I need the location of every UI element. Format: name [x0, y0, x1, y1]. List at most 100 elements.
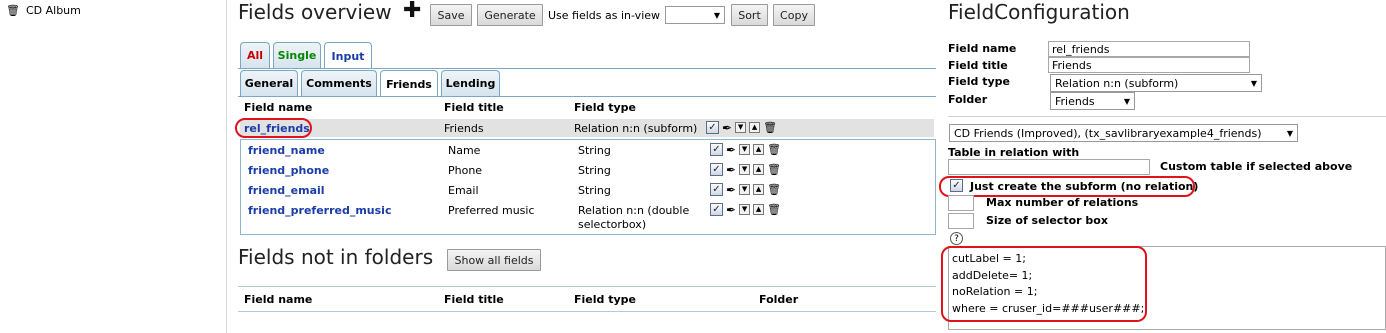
- feather-edit-icon[interactable]: ✒: [726, 184, 736, 196]
- use-fields-select[interactable]: ▼: [665, 6, 725, 24]
- tab-general[interactable]: General: [240, 70, 298, 96]
- field-title: Friends: [444, 122, 484, 135]
- tab-all[interactable]: All: [240, 42, 270, 68]
- divider: [238, 311, 936, 312]
- tree-item-cd-album[interactable]: 🗑 CD Album: [6, 4, 81, 17]
- subfield-type: String: [578, 184, 611, 197]
- tab-input[interactable]: Input: [324, 42, 372, 69]
- arrow-down-icon[interactable]: ▼: [739, 144, 751, 155]
- help-icon[interactable]: ?: [950, 232, 963, 245]
- checkbox-icon[interactable]: ✓: [710, 203, 723, 216]
- feather-edit-icon[interactable]: ✒: [726, 144, 736, 156]
- tab-all-label: All: [246, 49, 264, 62]
- feather-edit-icon[interactable]: ✒: [722, 122, 732, 134]
- field-name-input[interactable]: rel_friends: [1048, 41, 1250, 57]
- trash-icon[interactable]: 🗑: [6, 5, 20, 16]
- trash-icon[interactable]: 🗑: [767, 184, 781, 195]
- just-create-checkbox[interactable]: ✓: [950, 179, 963, 192]
- relation-table-select[interactable]: CD Friends (Improved), (tx_savlibraryexa…: [949, 124, 1298, 142]
- just-create-label: Just create the subform (no relation): [970, 180, 1199, 193]
- feather-edit-icon[interactable]: ✒: [726, 164, 736, 176]
- page-title: Fields overview: [238, 0, 392, 24]
- custom-table-label: Custom table if selected above: [1160, 160, 1353, 173]
- field-name-link[interactable]: rel_friends: [244, 122, 310, 135]
- arrow-up-icon[interactable]: ▲: [753, 184, 765, 195]
- selector-size-label: Size of selector box: [986, 214, 1108, 227]
- folder-tab-bar-line: [238, 96, 936, 97]
- highlight-code-lines: [941, 246, 1147, 322]
- trash-icon[interactable]: 🗑: [767, 204, 781, 215]
- field-type: Relation n:n (subform): [574, 122, 698, 135]
- save-button[interactable]: Save: [430, 4, 472, 26]
- folder-label: Folder: [948, 93, 988, 106]
- tab-input-label: Input: [331, 49, 365, 63]
- feather-edit-icon[interactable]: ✒: [726, 204, 736, 216]
- col-header-folder: Folder: [759, 293, 799, 306]
- field-title-input[interactable]: Friends: [1048, 57, 1250, 73]
- plus-icon[interactable]: ✚: [403, 0, 421, 22]
- field-name-label: Field name: [948, 42, 1017, 55]
- tree-item-label: CD Album: [25, 4, 81, 17]
- arrow-up-icon[interactable]: ▲: [753, 144, 765, 155]
- trash-icon[interactable]: 🗑: [763, 122, 777, 133]
- subfield-type: String: [578, 164, 611, 177]
- subfield-name-link[interactable]: friend_phone: [248, 164, 329, 177]
- row-actions: ✓ ✒ ▼ ▲ 🗑: [710, 203, 781, 216]
- subfield-title: Email: [448, 184, 479, 197]
- col-header-field-type: Field type: [574, 293, 636, 306]
- section-title-not-in-folders: Fields not in folders: [238, 245, 434, 269]
- relation-table-value: CD Friends (Improved), (tx_savlibraryexa…: [954, 126, 1262, 140]
- arrow-down-icon[interactable]: ▼: [739, 164, 751, 175]
- selector-size-input[interactable]: [948, 213, 974, 229]
- col-header-field-type: Field type: [574, 101, 636, 114]
- arrow-down-icon[interactable]: ▼: [739, 184, 751, 195]
- copy-button[interactable]: Copy: [773, 4, 815, 26]
- subfield-type: Relation n:n (double: [578, 204, 690, 217]
- trash-icon[interactable]: 🗑: [767, 144, 781, 155]
- checkbox-icon[interactable]: ✓: [706, 121, 719, 134]
- tab-single[interactable]: Single: [273, 42, 321, 68]
- chevron-down-icon: ▼: [1123, 96, 1130, 106]
- divider: [238, 286, 936, 287]
- folder-select[interactable]: Friends ▼: [1050, 92, 1135, 110]
- chevron-down-icon: ▼: [1250, 78, 1257, 88]
- folder-value: Friends: [1055, 94, 1095, 108]
- field-type-value: Relation n:n (subform): [1055, 76, 1179, 90]
- divider: [948, 116, 1386, 117]
- checkbox-icon[interactable]: ✓: [710, 183, 723, 196]
- arrow-up-icon[interactable]: ▲: [753, 164, 765, 175]
- tab-friends[interactable]: Friends: [380, 70, 438, 97]
- arrow-up-icon[interactable]: ▲: [749, 122, 761, 133]
- col-header-field-title: Field title: [444, 293, 504, 306]
- subfield-name-link[interactable]: friend_name: [248, 144, 325, 157]
- trash-icon[interactable]: 🗑: [767, 164, 781, 175]
- col-header-field-name: Field name: [244, 293, 313, 306]
- col-header-field-title: Field title: [444, 101, 504, 114]
- row-actions: ✓ ✒ ▼ ▲ 🗑: [710, 183, 781, 196]
- field-type-select[interactable]: Relation n:n (subform) ▼: [1050, 74, 1262, 92]
- row-actions: ✓ ✒ ▼ ▲ 🗑: [706, 121, 777, 134]
- subfield-name-link[interactable]: friend_email: [248, 184, 325, 197]
- max-relations-input[interactable]: [948, 195, 974, 211]
- tab-comments[interactable]: Comments: [301, 70, 377, 96]
- tab-bar-line: [238, 68, 936, 69]
- arrow-down-icon[interactable]: ▼: [739, 204, 751, 215]
- table-relation-label: Table in relation with: [948, 146, 1080, 159]
- generate-button[interactable]: Generate: [477, 4, 543, 26]
- sort-button[interactable]: Sort: [731, 4, 768, 26]
- chevron-down-icon: ▼: [713, 10, 720, 20]
- col-header-field-name: Field name: [244, 101, 313, 114]
- tab-lending[interactable]: Lending: [441, 70, 500, 96]
- show-all-fields-button[interactable]: Show all fields: [447, 249, 541, 271]
- field-title-label: Field title: [948, 59, 1008, 72]
- checkbox-icon[interactable]: ✓: [710, 163, 723, 176]
- arrow-down-icon[interactable]: ▼: [735, 122, 747, 133]
- subfield-type: String: [578, 144, 611, 157]
- arrow-up-icon[interactable]: ▲: [753, 204, 765, 215]
- subfield-title: Phone: [448, 164, 483, 177]
- chevron-down-icon: ▼: [1286, 128, 1293, 138]
- checkbox-icon[interactable]: ✓: [710, 143, 723, 156]
- subfield-name-link[interactable]: friend_preferred_music: [248, 204, 391, 217]
- custom-table-input[interactable]: [948, 159, 1150, 175]
- row-actions: ✓ ✒ ▼ ▲ 🗑: [710, 143, 781, 156]
